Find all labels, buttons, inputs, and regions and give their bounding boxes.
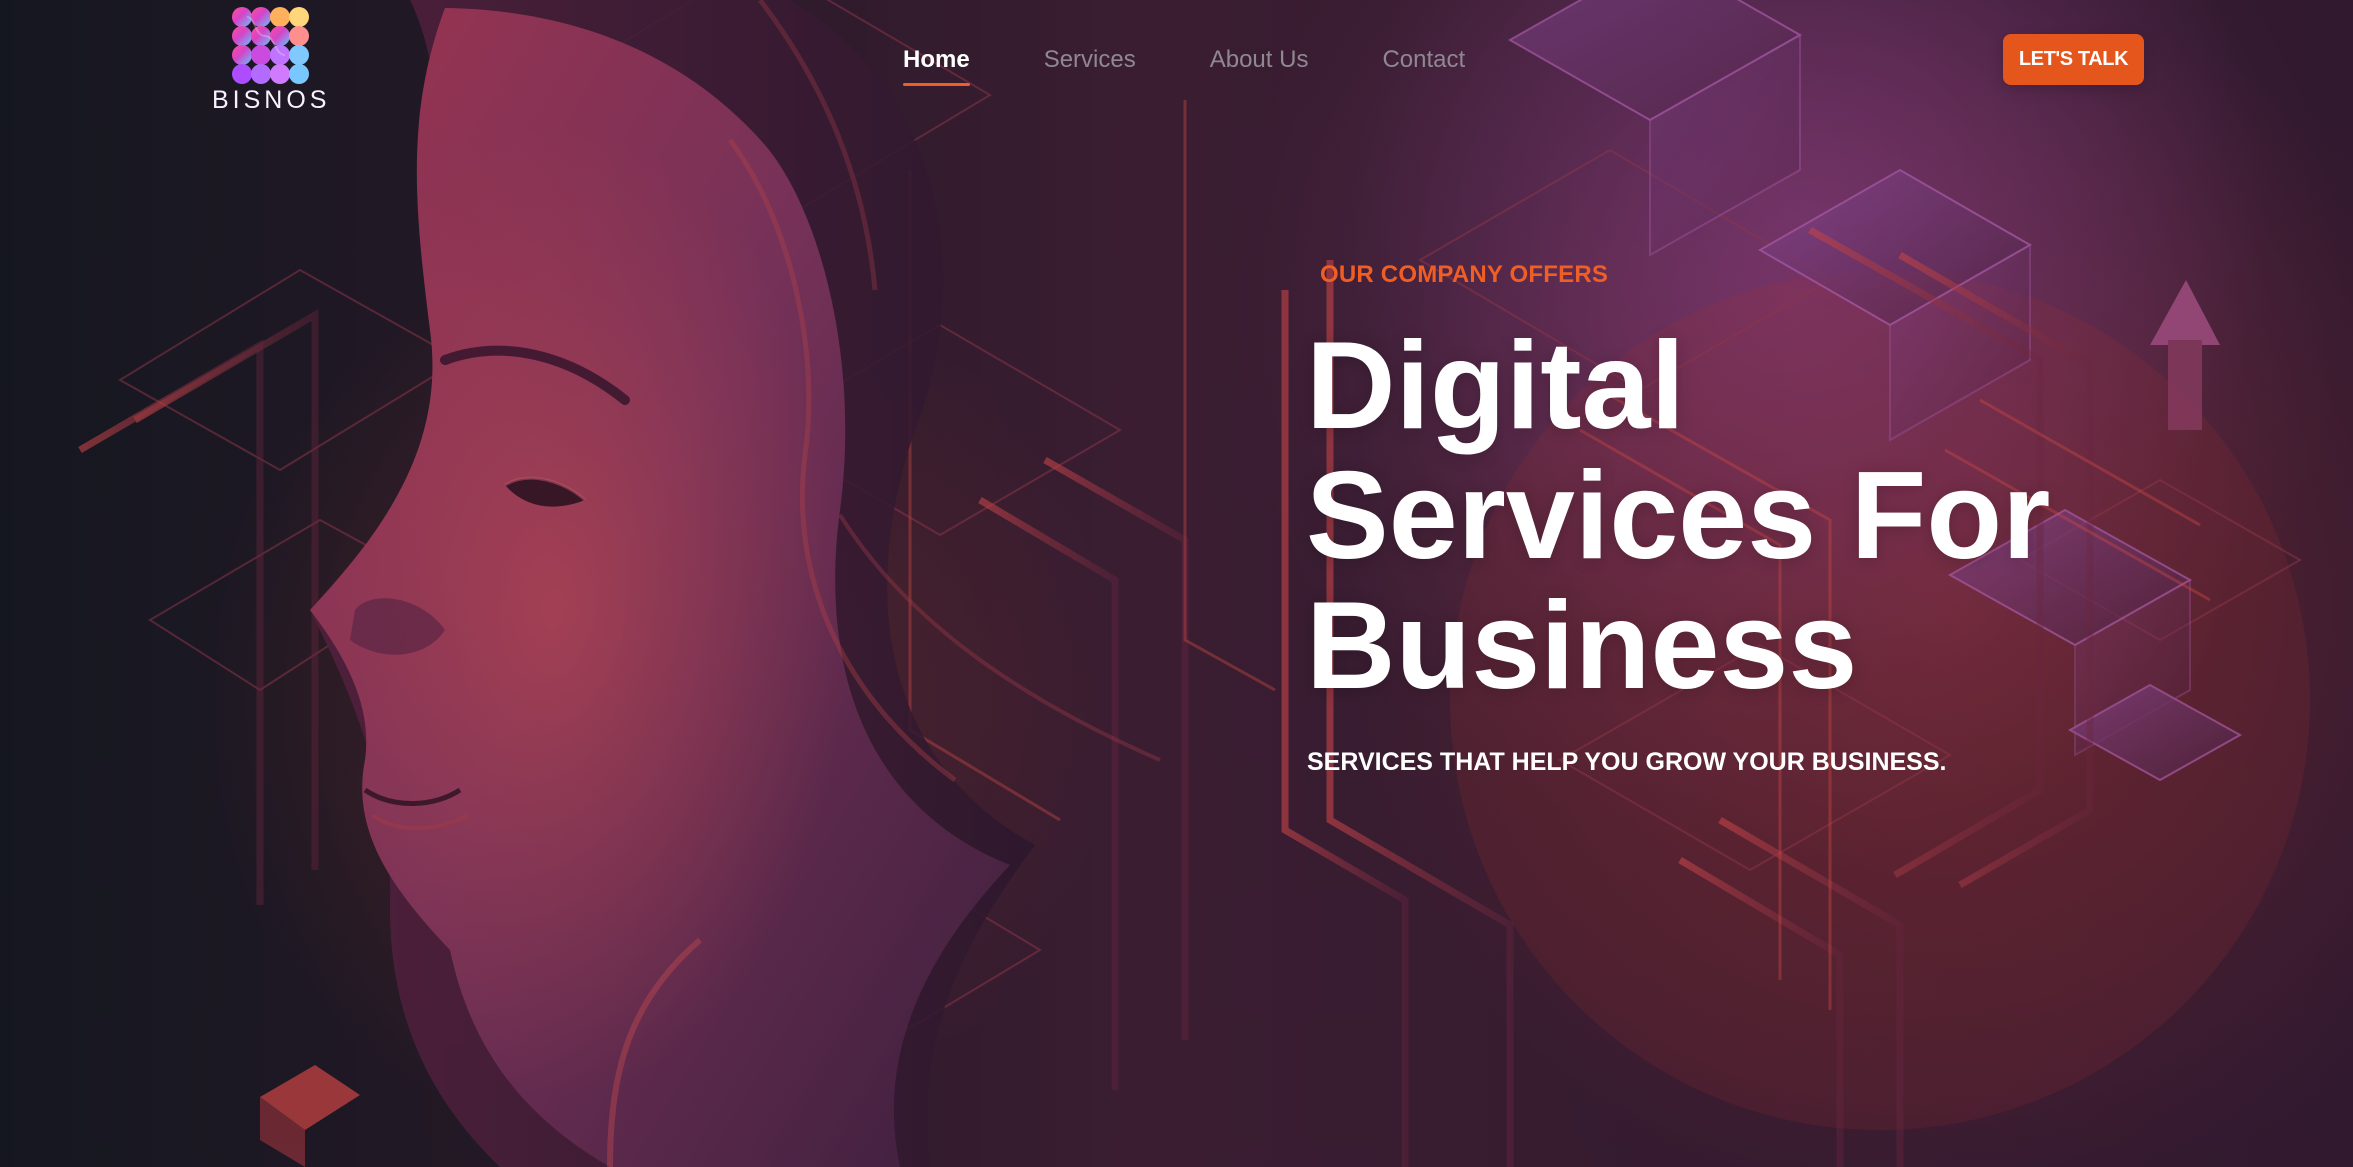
nav-item-contact[interactable]: Contact <box>1382 43 1465 77</box>
hero-subtitle: SERVICES THAT HELP YOU GROW YOUR BUSINES… <box>1307 748 1947 776</box>
nav-item-home[interactable]: Home <box>903 43 970 86</box>
hero-headline-line-1: Digital <box>1306 317 1685 455</box>
hero-page: BISNOS Home Services About Us Contact LE… <box>0 0 2353 1167</box>
nav-item-services[interactable]: Services <box>1044 43 1136 77</box>
nav-item-about-us[interactable]: About Us <box>1210 43 1309 77</box>
hero-headline-line-2: Services For <box>1306 447 2051 585</box>
bisnos-logo[interactable]: BISNOS <box>212 5 331 114</box>
bisnos-logo-icon <box>232 7 309 84</box>
lets-talk-button[interactable]: LET'S TALK <box>2003 34 2144 85</box>
hero-eyebrow: OUR COMPANY OFFERS <box>1320 261 1609 288</box>
logo-text: BISNOS <box>212 86 331 114</box>
main-navigation: Home Services About Us Contact <box>903 43 1465 91</box>
hero-headline-line-3: Business <box>1306 577 1858 715</box>
hero-headline: Digital Services For Business <box>1306 321 2156 711</box>
